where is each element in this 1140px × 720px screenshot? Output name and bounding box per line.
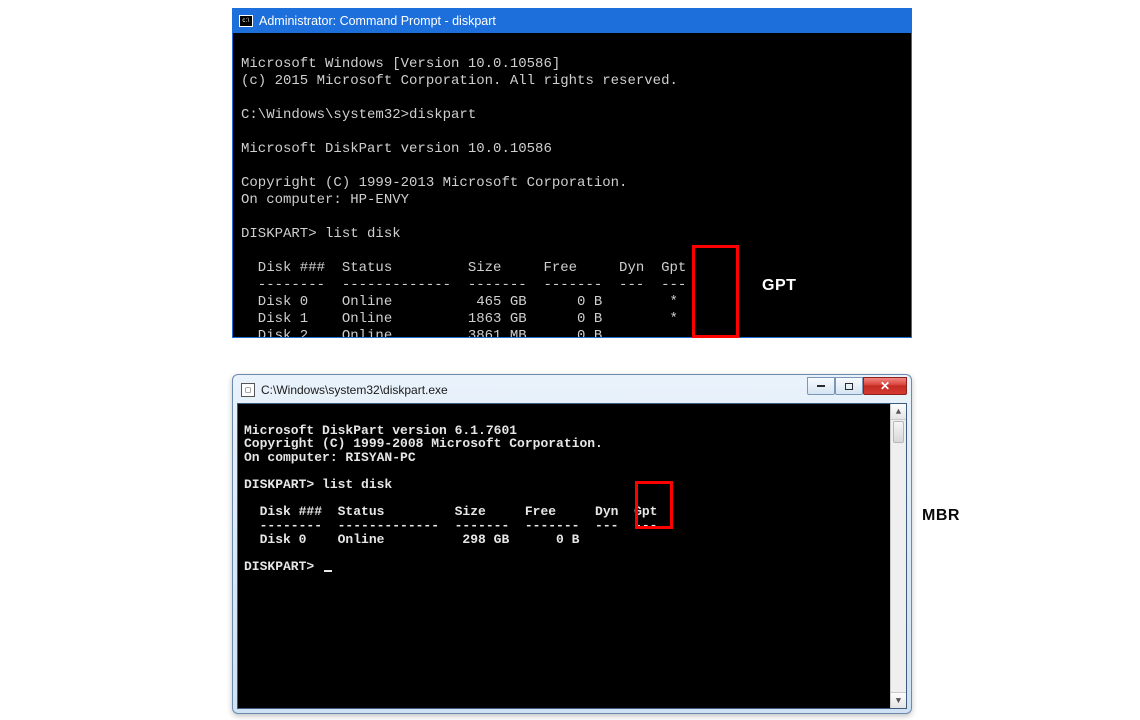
console-line: Microsoft DiskPart version 10.0.10586 [241, 141, 552, 157]
close-button[interactable]: ✕ [863, 377, 907, 395]
window-title: C:\Windows\system32\diskpart.exe [261, 383, 448, 397]
cmd-window-win7: ▢ C:\Windows\system32\diskpart.exe ✕ Mic… [232, 374, 912, 714]
console-frame: Microsoft DiskPart version 6.1.7601 Copy… [237, 403, 907, 709]
scroll-thumb[interactable] [893, 421, 904, 443]
console-line: DISKPART> [244, 559, 322, 574]
gpt-annotation: GPT [758, 275, 800, 297]
console-line: Copyright (C) 1999-2013 Microsoft Corpor… [241, 175, 627, 191]
console-line: On computer: HP-ENVY [241, 192, 409, 208]
console-line: -------- ------------- ------- ------- -… [241, 277, 686, 293]
console-line: Disk 1 Online 1863 GB 0 B * [241, 311, 678, 327]
titlebar[interactable]: ▢ C:\Windows\system32\diskpart.exe ✕ [237, 379, 907, 401]
scroll-down-button[interactable]: ▼ [891, 692, 906, 708]
console-output[interactable]: Microsoft DiskPart version 6.1.7601 Copy… [238, 404, 890, 708]
console-output[interactable]: Microsoft Windows [Version 10.0.10586] (… [233, 33, 911, 337]
console-line: Disk 0 Online 298 GB 0 B [244, 532, 579, 547]
cmd-icon: ▢ [241, 383, 255, 397]
console-line: DISKPART> list disk [244, 477, 392, 492]
console-line: Disk 2 Online 3861 MB 0 B [241, 328, 602, 337]
console-line: Disk ### Status Size Free Dyn Gpt [241, 260, 686, 276]
minimize-button[interactable] [807, 377, 835, 395]
vertical-scrollbar[interactable]: ▲ ▼ [890, 404, 906, 708]
console-line: Disk 0 Online 465 GB 0 B * [241, 294, 678, 310]
console-line: On computer: RISYAN-PC [244, 450, 416, 465]
scroll-up-button[interactable]: ▲ [891, 404, 906, 420]
scroll-track[interactable] [891, 444, 906, 692]
cmd-icon: c:\ [239, 15, 253, 27]
maximize-button[interactable] [835, 377, 863, 395]
console-line: C:\Windows\system32>diskpart [241, 107, 476, 123]
window-controls: ✕ [807, 377, 907, 395]
console-line: (c) 2015 Microsoft Corporation. All righ… [241, 73, 678, 89]
mbr-annotation: MBR [918, 505, 964, 527]
window-title: Administrator: Command Prompt - diskpart [259, 14, 496, 28]
console-line: DISKPART> list disk [241, 226, 401, 242]
titlebar[interactable]: c:\ Administrator: Command Prompt - disk… [233, 9, 911, 33]
cursor [324, 570, 332, 572]
console-line: Microsoft Windows [Version 10.0.10586] [241, 56, 560, 72]
cmd-window-win10: c:\ Administrator: Command Prompt - disk… [232, 8, 912, 338]
